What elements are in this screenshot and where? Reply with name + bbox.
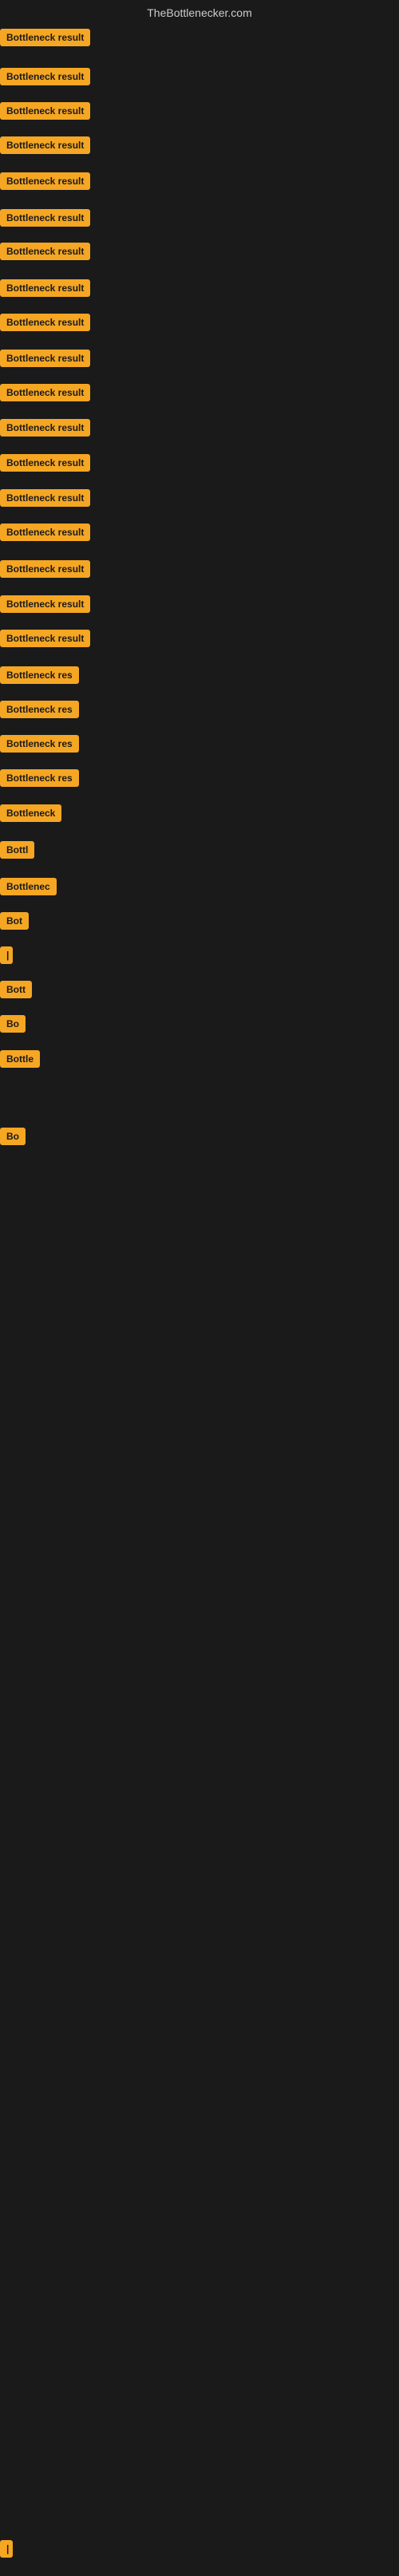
bottleneck-badge: Bottleneck result [0,595,90,613]
bottleneck-badge: | [0,946,13,964]
site-title: TheBottlenecker.com [0,0,399,22]
bottleneck-badge: Bottleneck res [0,735,79,753]
bottleneck-badge: Bottleneck result [0,172,90,190]
bottleneck-badge: Bottleneck result [0,560,90,578]
bottleneck-badge: Bottleneck result [0,419,90,437]
bottleneck-badge: Bottleneck result [0,209,90,227]
bottleneck-badge: Bottleneck [0,804,61,822]
bottleneck-badge: Bottleneck result [0,279,90,297]
bottleneck-badge: Bottleneck result [0,243,90,260]
bottleneck-badge: Bottleneck result [0,630,90,647]
bottleneck-badge: Bottle [0,1050,40,1068]
bottleneck-badge: Bo [0,1015,26,1033]
bottleneck-badge: Bottleneck result [0,68,90,85]
bottleneck-badge: Bo [0,1128,26,1145]
bottleneck-badge: Bottleneck res [0,769,79,787]
bottleneck-badge: Bottlenec [0,878,57,895]
bottleneck-badge: Bottl [0,841,34,859]
bottleneck-badge: Bottleneck result [0,102,90,120]
bottleneck-badge: Bottleneck result [0,384,90,401]
bottleneck-badge: Bott [0,981,32,998]
bottleneck-badge: Bot [0,912,29,930]
bottleneck-badge: Bottleneck result [0,523,90,541]
bottleneck-badge: Bottleneck result [0,350,90,367]
bottleneck-badge: Bottleneck res [0,701,79,718]
bottleneck-badge: | [0,2540,13,2558]
bottleneck-badge: Bottleneck result [0,29,90,46]
bottleneck-badge: Bottleneck result [0,136,90,154]
bottleneck-badge: Bottleneck result [0,314,90,331]
bottleneck-badge: Bottleneck res [0,666,79,684]
bottleneck-badge: Bottleneck result [0,454,90,472]
bottleneck-badge: Bottleneck result [0,489,90,507]
